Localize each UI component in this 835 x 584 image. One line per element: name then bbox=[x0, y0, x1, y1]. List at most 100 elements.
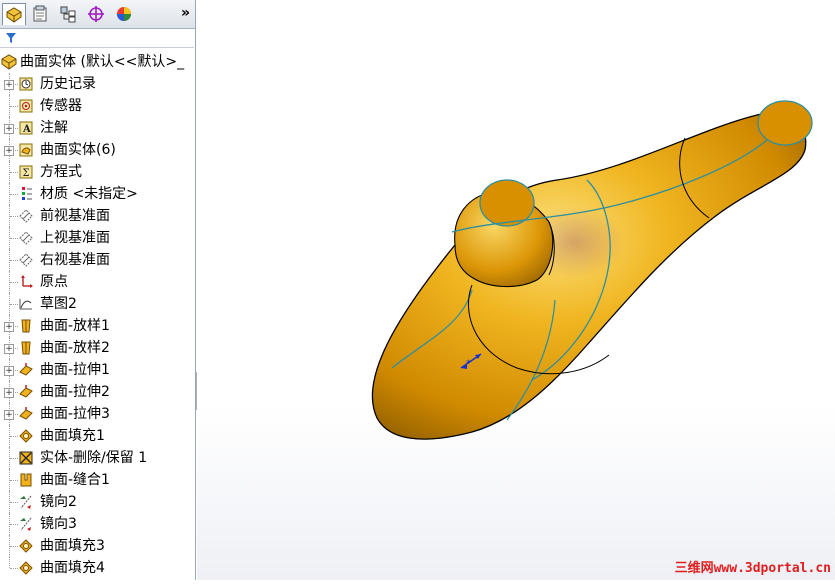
tree-item[interactable]: 上视基准面 bbox=[0, 227, 195, 249]
tree-item[interactable]: + 曲面实体(6) bbox=[0, 139, 195, 161]
tree-item-label: 前视基准面 bbox=[40, 208, 110, 224]
svg-text:Σ: Σ bbox=[23, 168, 30, 179]
expand-toggle[interactable]: + bbox=[4, 366, 14, 376]
tree-item[interactable]: 实体-删除/保留 1 bbox=[0, 447, 195, 469]
tree-item-label: 曲面填充1 bbox=[40, 428, 105, 444]
tree-item-label: 曲面-缝合1 bbox=[40, 472, 110, 488]
tree-connector bbox=[10, 194, 18, 195]
tree-item-label: 上视基准面 bbox=[40, 230, 110, 246]
crosshair-icon bbox=[88, 6, 104, 22]
surface-extrude-icon bbox=[19, 407, 33, 420]
feature-manager-panel: » 曲面实体 (默认<<默认>_ + 历史记录传感器 + A 注解 + 曲面实体(6) Σ 方程… bbox=[0, 0, 196, 580]
tree-item-label: 材质 <未指定> bbox=[40, 186, 138, 202]
tree-item[interactable]: 曲面填充3 bbox=[0, 535, 195, 557]
surface-bodies-icon bbox=[19, 143, 33, 157]
tree-connector bbox=[10, 304, 18, 305]
more-tabs-button[interactable]: » bbox=[181, 5, 190, 21]
tab-configuration-manager[interactable] bbox=[56, 3, 80, 25]
tree-item-label: 曲面-拉伸3 bbox=[40, 406, 110, 422]
tree-connector bbox=[9, 557, 10, 568]
tree-connector bbox=[10, 524, 18, 525]
tree-item-label: 传感器 bbox=[40, 98, 82, 114]
tree-item[interactable]: 镜向2 bbox=[0, 491, 195, 513]
origin-icon bbox=[21, 275, 33, 288]
tree-item[interactable]: Σ 方程式 bbox=[0, 161, 195, 183]
tree-item-label: 曲面填充4 bbox=[40, 560, 105, 576]
tree-item[interactable]: 曲面填充4 bbox=[0, 557, 195, 579]
surface-model[interactable]: * bbox=[197, 0, 835, 580]
tree-item-label: 曲面-拉伸1 bbox=[40, 362, 110, 378]
tree-item[interactable]: + 曲面-拉伸2 bbox=[0, 381, 195, 403]
graphics-viewport[interactable]: * 三维网www.3dportal.cn bbox=[197, 0, 835, 580]
tab-property-manager[interactable] bbox=[28, 3, 52, 25]
tree-item-label: 原点 bbox=[40, 274, 68, 290]
tree-item-label: 草图2 bbox=[40, 296, 77, 312]
surface-fill-icon bbox=[19, 561, 33, 575]
configuration-icon bbox=[60, 6, 76, 23]
filter-icon[interactable] bbox=[5, 32, 17, 44]
tree-connector bbox=[10, 260, 18, 261]
tab-feature-manager[interactable] bbox=[2, 3, 26, 25]
surface-extrude-icon bbox=[19, 385, 33, 398]
tree-connector bbox=[10, 282, 18, 283]
surface-loft-icon bbox=[21, 319, 31, 333]
feature-tree-icon bbox=[6, 6, 22, 23]
surface-knit-icon bbox=[20, 473, 32, 487]
tree-item-label: 历史记录 bbox=[40, 76, 96, 92]
tree-item[interactable]: 镜向3 bbox=[0, 513, 195, 535]
tree-item-label: 曲面-放样2 bbox=[40, 340, 110, 356]
expand-toggle[interactable]: + bbox=[4, 146, 14, 156]
tree-item[interactable]: + 曲面-放样1 bbox=[0, 315, 195, 337]
tree-item-label: 曲面填充3 bbox=[40, 538, 105, 554]
tree-item[interactable]: 右视基准面 bbox=[0, 249, 195, 271]
svg-text:*: * bbox=[466, 359, 471, 369]
tree-root-part[interactable]: 曲面实体 (默认<<默认>_ bbox=[0, 51, 195, 73]
surface-fill-icon bbox=[19, 429, 33, 443]
tree-connector bbox=[10, 568, 18, 569]
tree-item[interactable]: 传感器 bbox=[0, 95, 195, 117]
expand-toggle[interactable]: + bbox=[4, 322, 14, 332]
tree-item[interactable]: + A 注解 bbox=[0, 117, 195, 139]
expand-toggle[interactable]: + bbox=[4, 124, 14, 134]
mirror-icon bbox=[20, 495, 32, 509]
material-icon bbox=[22, 187, 32, 200]
equations-icon: Σ bbox=[19, 165, 33, 179]
tree-connector bbox=[10, 216, 18, 217]
tree-item[interactable]: + 曲面-拉伸3 bbox=[0, 403, 195, 425]
tree-item[interactable]: + 历史记录 bbox=[0, 73, 195, 95]
tree-root-label: 曲面实体 (默认<<默认>_ bbox=[20, 54, 185, 70]
tree-item[interactable]: 草图2 bbox=[0, 293, 195, 315]
surface-extrude-icon bbox=[19, 363, 33, 376]
expand-toggle[interactable]: + bbox=[4, 344, 14, 354]
expand-toggle[interactable]: + bbox=[4, 80, 14, 90]
tree-item-label: 右视基准面 bbox=[40, 252, 110, 268]
sensor-icon bbox=[19, 99, 33, 113]
tree-connector bbox=[10, 172, 18, 173]
tree-item[interactable]: 材质 <未指定> bbox=[0, 183, 195, 205]
tree-connector bbox=[10, 458, 18, 459]
delete-body-icon bbox=[19, 451, 33, 465]
tree-connector bbox=[10, 106, 18, 107]
history-icon bbox=[19, 77, 33, 91]
tree-connector bbox=[10, 546, 18, 547]
tree-item-label: 镜向2 bbox=[40, 494, 77, 510]
tree-item[interactable]: 前视基准面 bbox=[0, 205, 195, 227]
tree-item[interactable]: 曲面填充1 bbox=[0, 425, 195, 447]
plane-icon bbox=[19, 209, 33, 223]
surface-loft-icon bbox=[21, 341, 31, 355]
expand-toggle[interactable]: + bbox=[4, 388, 14, 398]
tree-connector bbox=[10, 502, 18, 503]
tree-item[interactable]: 原点 bbox=[0, 271, 195, 293]
tree-item[interactable]: + 曲面-放样2 bbox=[0, 337, 195, 359]
filter-bar[interactable] bbox=[0, 29, 194, 48]
tree-item[interactable]: 曲面-缝合1 bbox=[0, 469, 195, 491]
panel-tab-bar: » bbox=[0, 0, 195, 29]
expand-toggle[interactable]: + bbox=[4, 410, 14, 420]
sketch-icon bbox=[19, 299, 32, 310]
tab-display-manager[interactable] bbox=[112, 3, 136, 25]
tree-item[interactable]: + 曲面-拉伸1 bbox=[0, 359, 195, 381]
tab-dimxpert[interactable] bbox=[84, 3, 108, 25]
mirror-icon bbox=[20, 517, 32, 531]
surface-fill-icon bbox=[19, 539, 33, 553]
tree-item-label: 注解 bbox=[40, 120, 68, 136]
